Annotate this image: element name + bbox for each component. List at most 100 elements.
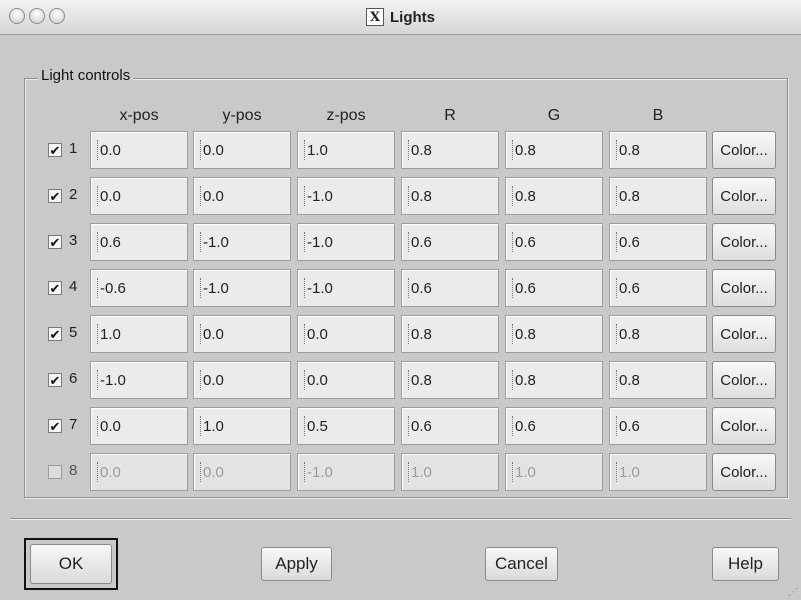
- field-value: 0.8: [411, 371, 432, 389]
- field-value: -1.0: [203, 279, 229, 297]
- light-7-z-pos-field[interactable]: 0.5: [297, 407, 395, 445]
- light-1-enable-checkbox[interactable]: ✔: [48, 143, 62, 157]
- cancel-button[interactable]: Cancel: [485, 547, 558, 581]
- light-7-g-field[interactable]: 0.6: [505, 407, 603, 445]
- light-2-z-pos-field[interactable]: -1.0: [297, 177, 395, 215]
- light-8-x-pos-field[interactable]: 0.0: [90, 453, 188, 491]
- text-caret-icon: [408, 324, 410, 344]
- text-caret-icon: [97, 140, 99, 160]
- light-1-y-pos-field[interactable]: 0.0: [193, 131, 291, 169]
- light-4-enable-checkbox[interactable]: ✔: [48, 281, 62, 295]
- light-1-g-field[interactable]: 0.8: [505, 131, 603, 169]
- help-button[interactable]: Help: [712, 547, 779, 581]
- checkmark-icon: ✔: [49, 326, 61, 342]
- light-3-x-pos-field[interactable]: 0.6: [90, 223, 188, 261]
- text-caret-icon: [512, 324, 514, 344]
- checkmark-icon: ✔: [49, 188, 61, 204]
- light-8-g-field[interactable]: 1.0: [505, 453, 603, 491]
- light-7-color-button[interactable]: Color...: [712, 407, 776, 445]
- field-value: 0.0: [307, 371, 328, 389]
- text-caret-icon: [616, 232, 618, 252]
- text-caret-icon: [304, 232, 306, 252]
- resize-grip-icon[interactable]: ⋰: [788, 587, 798, 598]
- light-3-g-field[interactable]: 0.6: [505, 223, 603, 261]
- light-5-x-pos-field[interactable]: 1.0: [90, 315, 188, 353]
- field-value: 0.0: [100, 141, 121, 159]
- light-2-enable-checkbox[interactable]: ✔: [48, 189, 62, 203]
- field-value: 0.8: [619, 141, 640, 159]
- light-1-r-field[interactable]: 0.8: [401, 131, 499, 169]
- light-6-r-field[interactable]: 0.8: [401, 361, 499, 399]
- light-6-x-pos-field[interactable]: -1.0: [90, 361, 188, 399]
- light-2-g-field[interactable]: 0.8: [505, 177, 603, 215]
- light-4-y-pos-field[interactable]: -1.0: [193, 269, 291, 307]
- light-2-b-field[interactable]: 0.8: [609, 177, 707, 215]
- light-2-color-button[interactable]: Color...: [712, 177, 776, 215]
- light-8-z-pos-field[interactable]: -1.0: [297, 453, 395, 491]
- text-caret-icon: [512, 232, 514, 252]
- light-3-color-button[interactable]: Color...: [712, 223, 776, 261]
- window-title: X Lights: [0, 0, 801, 34]
- column-header-z-pos: z-pos: [326, 107, 366, 124]
- light-2-x-pos-field[interactable]: 0.0: [90, 177, 188, 215]
- light-4-z-pos-field[interactable]: -1.0: [297, 269, 395, 307]
- light-5-b-field[interactable]: 0.8: [609, 315, 707, 353]
- light-6-y-pos-field[interactable]: 0.0: [193, 361, 291, 399]
- column-header-b: B: [652, 107, 664, 124]
- field-value: 0.8: [619, 371, 640, 389]
- light-1-number: 1: [69, 140, 78, 157]
- text-caret-icon: [97, 186, 99, 206]
- light-1-z-pos-field[interactable]: 1.0: [297, 131, 395, 169]
- light-3-z-pos-field[interactable]: -1.0: [297, 223, 395, 261]
- light-8-color-button[interactable]: Color...: [712, 453, 776, 491]
- light-7-b-field[interactable]: 0.6: [609, 407, 707, 445]
- light-1-b-field[interactable]: 0.8: [609, 131, 707, 169]
- field-value: 0.6: [411, 279, 432, 297]
- light-4-b-field[interactable]: 0.6: [609, 269, 707, 307]
- ok-button[interactable]: OK: [30, 544, 112, 584]
- light-3-r-field[interactable]: 0.6: [401, 223, 499, 261]
- light-1-x-pos-field[interactable]: 0.0: [90, 131, 188, 169]
- field-value: 0.6: [411, 417, 432, 435]
- light-7-enable-checkbox[interactable]: ✔: [48, 419, 62, 433]
- light-6-z-pos-field[interactable]: 0.0: [297, 361, 395, 399]
- light-5-z-pos-field[interactable]: 0.0: [297, 315, 395, 353]
- light-6-color-button[interactable]: Color...: [712, 361, 776, 399]
- light-5-r-field[interactable]: 0.8: [401, 315, 499, 353]
- text-caret-icon: [200, 278, 202, 298]
- field-value: 0.0: [203, 141, 224, 159]
- text-caret-icon: [616, 186, 618, 206]
- light-6-g-field[interactable]: 0.8: [505, 361, 603, 399]
- light-1-color-button[interactable]: Color...: [712, 131, 776, 169]
- light-7-y-pos-field[interactable]: 1.0: [193, 407, 291, 445]
- light-5-number: 5: [69, 324, 78, 341]
- light-7-r-field[interactable]: 0.6: [401, 407, 499, 445]
- light-2-y-pos-field[interactable]: 0.0: [193, 177, 291, 215]
- light-4-x-pos-field[interactable]: -0.6: [90, 269, 188, 307]
- light-5-color-button[interactable]: Color...: [712, 315, 776, 353]
- field-value: 0.0: [307, 325, 328, 343]
- light-5-enable-checkbox[interactable]: ✔: [48, 327, 62, 341]
- apply-button[interactable]: Apply: [261, 547, 332, 581]
- light-6-enable-checkbox[interactable]: ✔: [48, 373, 62, 387]
- light-3-b-field[interactable]: 0.6: [609, 223, 707, 261]
- checkmark-icon: ✔: [49, 142, 61, 158]
- light-8-b-field[interactable]: 1.0: [609, 453, 707, 491]
- light-8-r-field[interactable]: 1.0: [401, 453, 499, 491]
- field-value: -1.0: [307, 279, 333, 297]
- light-5-g-field[interactable]: 0.8: [505, 315, 603, 353]
- light-4-g-field[interactable]: 0.6: [505, 269, 603, 307]
- text-caret-icon: [512, 370, 514, 390]
- light-3-enable-checkbox[interactable]: ✔: [48, 235, 62, 249]
- light-8-enable-checkbox[interactable]: [48, 465, 62, 479]
- light-5-y-pos-field[interactable]: 0.0: [193, 315, 291, 353]
- text-caret-icon: [304, 370, 306, 390]
- light-6-b-field[interactable]: 0.8: [609, 361, 707, 399]
- light-4-color-button[interactable]: Color...: [712, 269, 776, 307]
- field-value: -1.0: [307, 233, 333, 251]
- light-2-r-field[interactable]: 0.8: [401, 177, 499, 215]
- light-8-y-pos-field[interactable]: 0.0: [193, 453, 291, 491]
- light-4-r-field[interactable]: 0.6: [401, 269, 499, 307]
- light-3-y-pos-field[interactable]: -1.0: [193, 223, 291, 261]
- light-7-x-pos-field[interactable]: 0.0: [90, 407, 188, 445]
